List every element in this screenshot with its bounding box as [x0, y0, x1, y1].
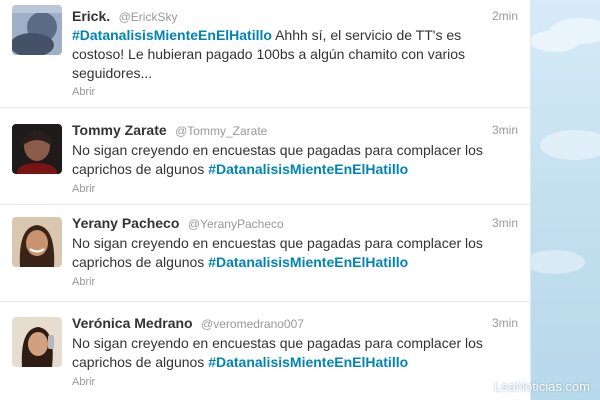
open-link[interactable]: Abrir — [72, 86, 95, 98]
open-link[interactable]: Abrir — [72, 183, 95, 195]
author-handle[interactable]: @YeranyPacheco — [188, 217, 284, 231]
tweet-timestamp[interactable]: 2min — [492, 9, 518, 23]
tweet-item[interactable]: Verónica Medrano @veromedrano007 3min No… — [0, 302, 530, 399]
author-handle[interactable]: @veromedrano007 — [201, 317, 304, 331]
tweet-text: #DatanalisisMienteEnElHatillo Ahhh sí, e… — [72, 26, 516, 83]
tweet-item[interactable]: Yerany Pacheco @YeranyPacheco 3min No si… — [0, 205, 530, 302]
author-name[interactable]: Tommy Zarate — [72, 122, 167, 138]
tweet-header: Erick. @ErickSky — [72, 8, 518, 26]
hashtag-link[interactable]: #DatanalisisMienteEnElHatillo — [72, 27, 272, 43]
author-handle[interactable]: @Tommy_Zarate — [175, 124, 267, 138]
avatar[interactable] — [12, 124, 62, 174]
watermark: LeaNoticias.com — [493, 379, 590, 394]
hashtag-link[interactable]: #DatanalisisMienteEnElHatillo — [208, 161, 408, 177]
tweet-timestamp[interactable]: 3min — [492, 216, 518, 230]
tweet-header: Yerany Pacheco @YeranyPacheco — [72, 215, 518, 233]
tweet-timestamp[interactable]: 3min — [492, 123, 518, 137]
open-link[interactable]: Abrir — [72, 276, 95, 288]
open-link[interactable]: Abrir — [72, 376, 95, 388]
tweet-item[interactable]: Tommy Zarate @Tommy_Zarate 3min No sigan… — [0, 108, 530, 205]
tweet-timeline: Erick. @ErickSky 2min #DatanalisisMiente… — [0, 0, 531, 400]
tweet-item[interactable]: Erick. @ErickSky 2min #DatanalisisMiente… — [0, 0, 530, 108]
hashtag-link[interactable]: #DatanalisisMienteEnElHatillo — [208, 354, 408, 370]
page-background — [520, 0, 600, 400]
tweet-header: Verónica Medrano @veromedrano007 — [72, 315, 518, 333]
hashtag-link[interactable]: #DatanalisisMienteEnElHatillo — [208, 254, 408, 270]
tweet-text: No sigan creyendo en encuestas que pagad… — [72, 141, 516, 179]
author-handle[interactable]: @ErickSky — [119, 10, 178, 24]
author-name[interactable]: Yerany Pacheco — [72, 215, 179, 231]
tweet-timestamp[interactable]: 3min — [492, 316, 518, 330]
author-name[interactable]: Erick. — [72, 8, 110, 24]
avatar[interactable] — [12, 5, 62, 55]
tweet-text: No sigan creyendo en encuestas que pagad… — [72, 234, 516, 272]
tweet-text: No sigan creyendo en encuestas que pagad… — [72, 334, 516, 372]
tweet-header: Tommy Zarate @Tommy_Zarate — [72, 122, 518, 140]
avatar[interactable] — [12, 317, 62, 367]
author-name[interactable]: Verónica Medrano — [72, 315, 193, 331]
avatar[interactable] — [12, 217, 62, 267]
